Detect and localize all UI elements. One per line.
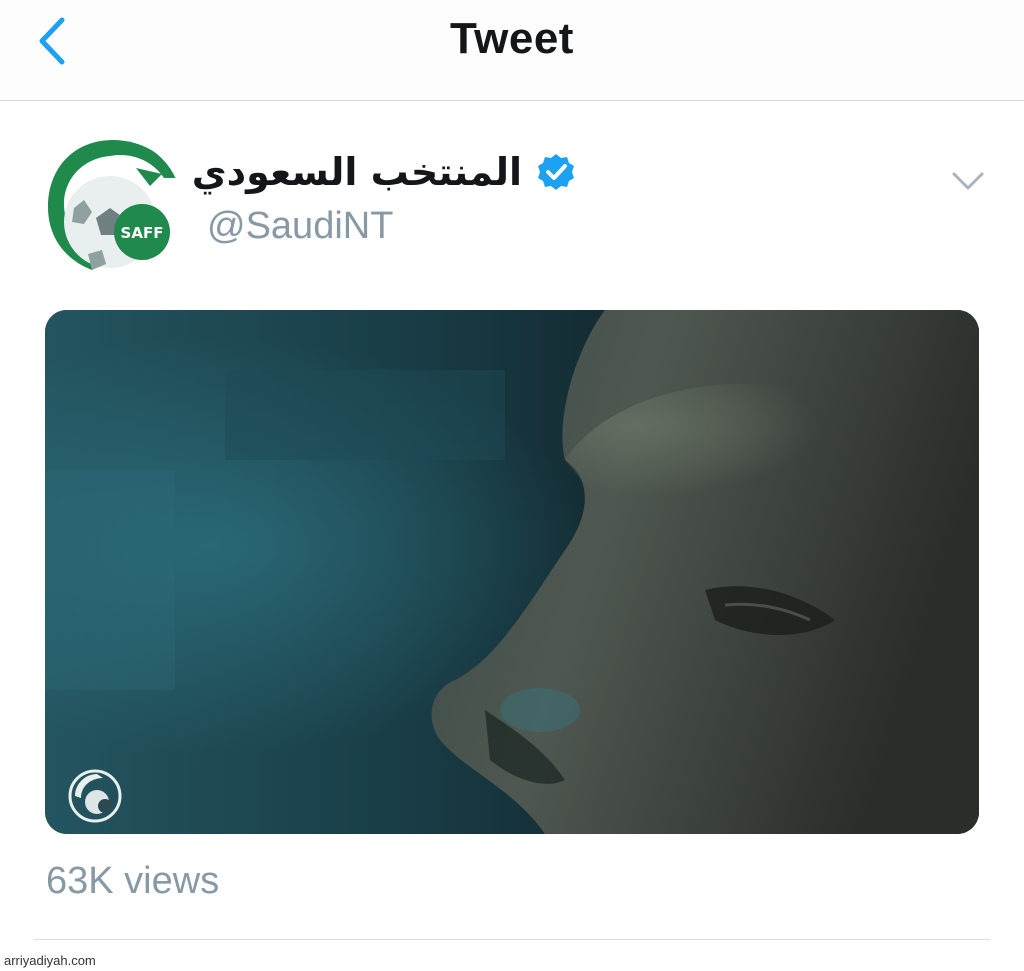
view-count: 63K views bbox=[46, 860, 220, 902]
divider bbox=[34, 939, 990, 940]
nav-header: Tweet bbox=[0, 0, 1024, 101]
page-title: Tweet bbox=[450, 14, 574, 63]
author-handle[interactable]: @SaudiNT bbox=[207, 205, 393, 248]
tweet-menu-button[interactable] bbox=[948, 166, 988, 196]
author-name: المنتخب السعودي bbox=[191, 150, 522, 194]
author-name-row[interactable]: المنتخب السعودي bbox=[192, 150, 576, 194]
verified-badge-icon bbox=[538, 154, 574, 190]
saff-logo-icon: SAFF bbox=[44, 138, 182, 276]
avatar[interactable]: SAFF bbox=[44, 138, 182, 276]
tweet-detail-screen: Tweet SAFF المنتخب السعودي @SaudiNT 63K … bbox=[0, 0, 1024, 971]
chevron-down-icon bbox=[952, 172, 984, 190]
avatar-text: SAFF bbox=[121, 224, 164, 242]
video-frame bbox=[45, 310, 979, 834]
source-watermark: arriyadiyah.com bbox=[4, 953, 96, 968]
saff-watermark-icon bbox=[68, 769, 122, 823]
tweet-video[interactable] bbox=[45, 310, 979, 834]
